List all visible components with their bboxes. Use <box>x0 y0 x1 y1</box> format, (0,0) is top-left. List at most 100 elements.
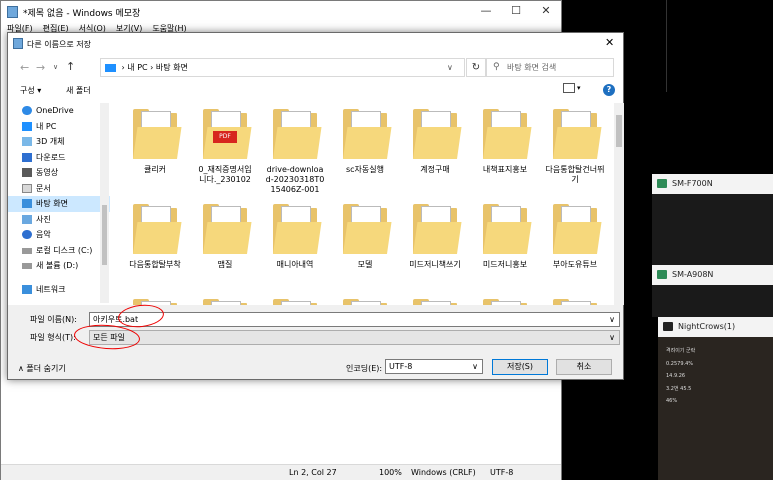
dialog-titlebar: 다른 이름으로 저장 ✕ <box>8 33 623 55</box>
drive-icon <box>22 263 32 269</box>
folder-item[interactable]: 미드저니책쓰기 <box>405 198 465 288</box>
tree-item-volume-d[interactable]: 새 볼륨 (D:) <box>8 258 110 274</box>
folder-item[interactable]: 내책표지홍보 <box>475 103 535 193</box>
tree-scrollbar[interactable] <box>100 103 109 303</box>
up-arrow-icon[interactable]: ↑ <box>66 60 75 73</box>
game-stat: 46% <box>666 398 678 404</box>
folder-item[interactable]: 계정구매 <box>405 103 465 193</box>
tree-item-downloads[interactable]: 다운로드 <box>8 150 110 166</box>
notepad-statusbar: Ln 2, Col 27 100% Windows (CRLF) UTF-8 <box>1 464 561 480</box>
tree-item-3d[interactable]: 3D 개체 <box>8 134 110 150</box>
save-button[interactable]: 저장(S) <box>492 359 548 375</box>
encoding-label: 인코딩(E): <box>346 364 383 373</box>
breadcrumb-separator: › <box>150 63 154 72</box>
encoding-dropdown-icon[interactable]: ∨ <box>472 360 478 373</box>
tree-item-pictures[interactable]: 사진 <box>8 212 110 228</box>
status-encoding: UTF-8 <box>490 468 514 477</box>
folder-item[interactable]: 다음통합탈부착 <box>125 198 185 288</box>
folder-item[interactable] <box>405 293 465 305</box>
tree-item-local-disk[interactable]: 로컬 디스크 (C:) <box>8 243 110 259</box>
phone-window-3[interactable]: NightCrows(1) 격려이기 군락 0.2579.4% 14.9.26 … <box>658 317 773 480</box>
close-button[interactable]: ✕ <box>531 1 561 23</box>
status-eol: Windows (CRLF) <box>411 468 476 477</box>
folder-item[interactable] <box>335 293 395 305</box>
back-arrow-icon[interactable]: ← <box>20 61 29 74</box>
filetype-select[interactable]: 모든 파일 ∨ <box>89 330 620 345</box>
breadcrumb-desktop[interactable]: 바탕 화면 <box>156 63 188 72</box>
tree-item-pc[interactable]: 내 PC <box>8 119 110 135</box>
game-icon <box>663 322 673 331</box>
minimize-button[interactable]: — <box>471 1 501 23</box>
search-icon: ⚲ <box>493 62 500 72</box>
folder-label: sc자동실행 <box>345 165 384 174</box>
file-pane-scrollbar[interactable] <box>614 103 624 305</box>
dialog-toolbar: 구성 ▾ 새 폴더 ▾ ? <box>8 81 623 101</box>
organize-button[interactable]: 구성 ▾ <box>20 85 41 96</box>
forward-arrow-icon[interactable]: → <box>36 61 45 74</box>
folder-item[interactable]: 미드저니홍보 <box>475 198 535 288</box>
folder-item[interactable]: 다음통합탈건너뛰기 <box>545 103 605 193</box>
folder-icon <box>133 204 182 256</box>
folder-item[interactable]: PDF 0_재직증명서입니다._230102 <box>195 103 255 193</box>
encoding-select[interactable]: UTF-8 ∨ <box>385 359 483 374</box>
game-stat: 격려이기 군락 <box>666 348 696 354</box>
folder-item[interactable]: sc자동실행 <box>335 103 395 193</box>
drive-icon <box>22 247 32 254</box>
help-icon[interactable]: ? <box>603 84 615 96</box>
dialog-close-button[interactable]: ✕ <box>605 36 614 49</box>
folder-item[interactable]: 매니아내역 <box>265 198 325 288</box>
tree-scroll-thumb[interactable] <box>102 205 107 265</box>
maximize-button[interactable]: ☐ <box>501 1 531 23</box>
music-icon <box>22 230 32 239</box>
folder-item[interactable]: 맴질 <box>195 198 255 288</box>
tree-item-onedrive[interactable]: OneDrive <box>8 103 110 119</box>
view-dropdown-icon[interactable]: ▾ <box>577 84 581 92</box>
tree-item-network[interactable]: 네트워크 <box>8 282 110 298</box>
network-icon <box>22 284 32 294</box>
folder-label: 미드저니홍보 <box>482 260 528 269</box>
folder-icon <box>553 204 602 256</box>
folder-item[interactable]: 큘리커 <box>125 103 185 193</box>
phone-title-3: NightCrows(1) <box>678 322 736 331</box>
filename-dropdown-icon[interactable]: ∨ <box>609 313 615 326</box>
phone-window-2[interactable]: SM-A908N <box>652 265 773 317</box>
breadcrumb-pc[interactable]: 내 PC <box>127 63 147 72</box>
download-icon <box>22 152 32 162</box>
hide-folders-toggle[interactable]: ∧ 폴더 숨기기 <box>18 363 66 374</box>
notepad-titlebar: *제목 없음 - Windows 메모장 — ☐ ✕ <box>1 1 561 23</box>
cancel-button[interactable]: 취소 <box>556 359 612 375</box>
search-input[interactable]: ⚲ 바탕 화면 검색 <box>486 58 614 77</box>
save-as-dialog: 다른 이름으로 저장 ✕ ← → ∨ ↑ › 내 PC › 바탕 화면 ∨ ↻ … <box>7 32 624 380</box>
phone-window-1[interactable]: SM-F700N <box>652 174 773 270</box>
filetype-dropdown-icon[interactable]: ∨ <box>609 331 615 344</box>
tree-item-documents[interactable]: 문서 <box>8 181 110 197</box>
new-folder-button[interactable]: 새 폴더 <box>66 85 91 96</box>
tree-item-music[interactable]: 음악 <box>8 227 110 243</box>
game-stat: 0.2579.4% <box>666 360 694 367</box>
filename-input[interactable]: 아키우트.bat ∨ <box>89 312 620 327</box>
folder-icon <box>343 204 392 256</box>
address-dropdown-icon[interactable]: ∨ <box>447 59 453 76</box>
folder-icon <box>343 109 392 161</box>
folder-item[interactable] <box>125 293 185 305</box>
status-zoom: 100% <box>379 468 402 477</box>
folder-item[interactable] <box>265 293 325 305</box>
folder-icon: PDF <box>203 109 252 161</box>
scroll-thumb[interactable] <box>616 115 622 147</box>
folder-item[interactable]: 모델 <box>335 198 395 288</box>
tree-item-videos[interactable]: 동영상 <box>8 165 110 181</box>
folder-item[interactable]: drive-download-20230318T015406Z-001 <box>265 103 325 194</box>
dialog-title: 다른 이름으로 저장 <box>27 40 91 49</box>
address-bar[interactable]: › 내 PC › 바탕 화면 ∨ <box>100 58 465 77</box>
view-options-icon[interactable] <box>563 83 575 93</box>
folder-item[interactable] <box>195 293 255 305</box>
folder-item[interactable]: 부아도유튜브 <box>545 198 605 288</box>
folder-item[interactable] <box>545 293 605 305</box>
tree-item-desktop[interactable]: 바탕 화면 <box>8 196 110 212</box>
recent-dropdown-icon[interactable]: ∨ <box>53 63 58 71</box>
refresh-icon[interactable]: ↻ <box>466 58 486 77</box>
folder-label: 미드저니책쓰기 <box>409 260 461 269</box>
folder-label: 0_재직증명서입니다._230102 <box>198 165 252 184</box>
cloud-icon <box>22 106 32 115</box>
folder-item[interactable] <box>475 293 535 305</box>
